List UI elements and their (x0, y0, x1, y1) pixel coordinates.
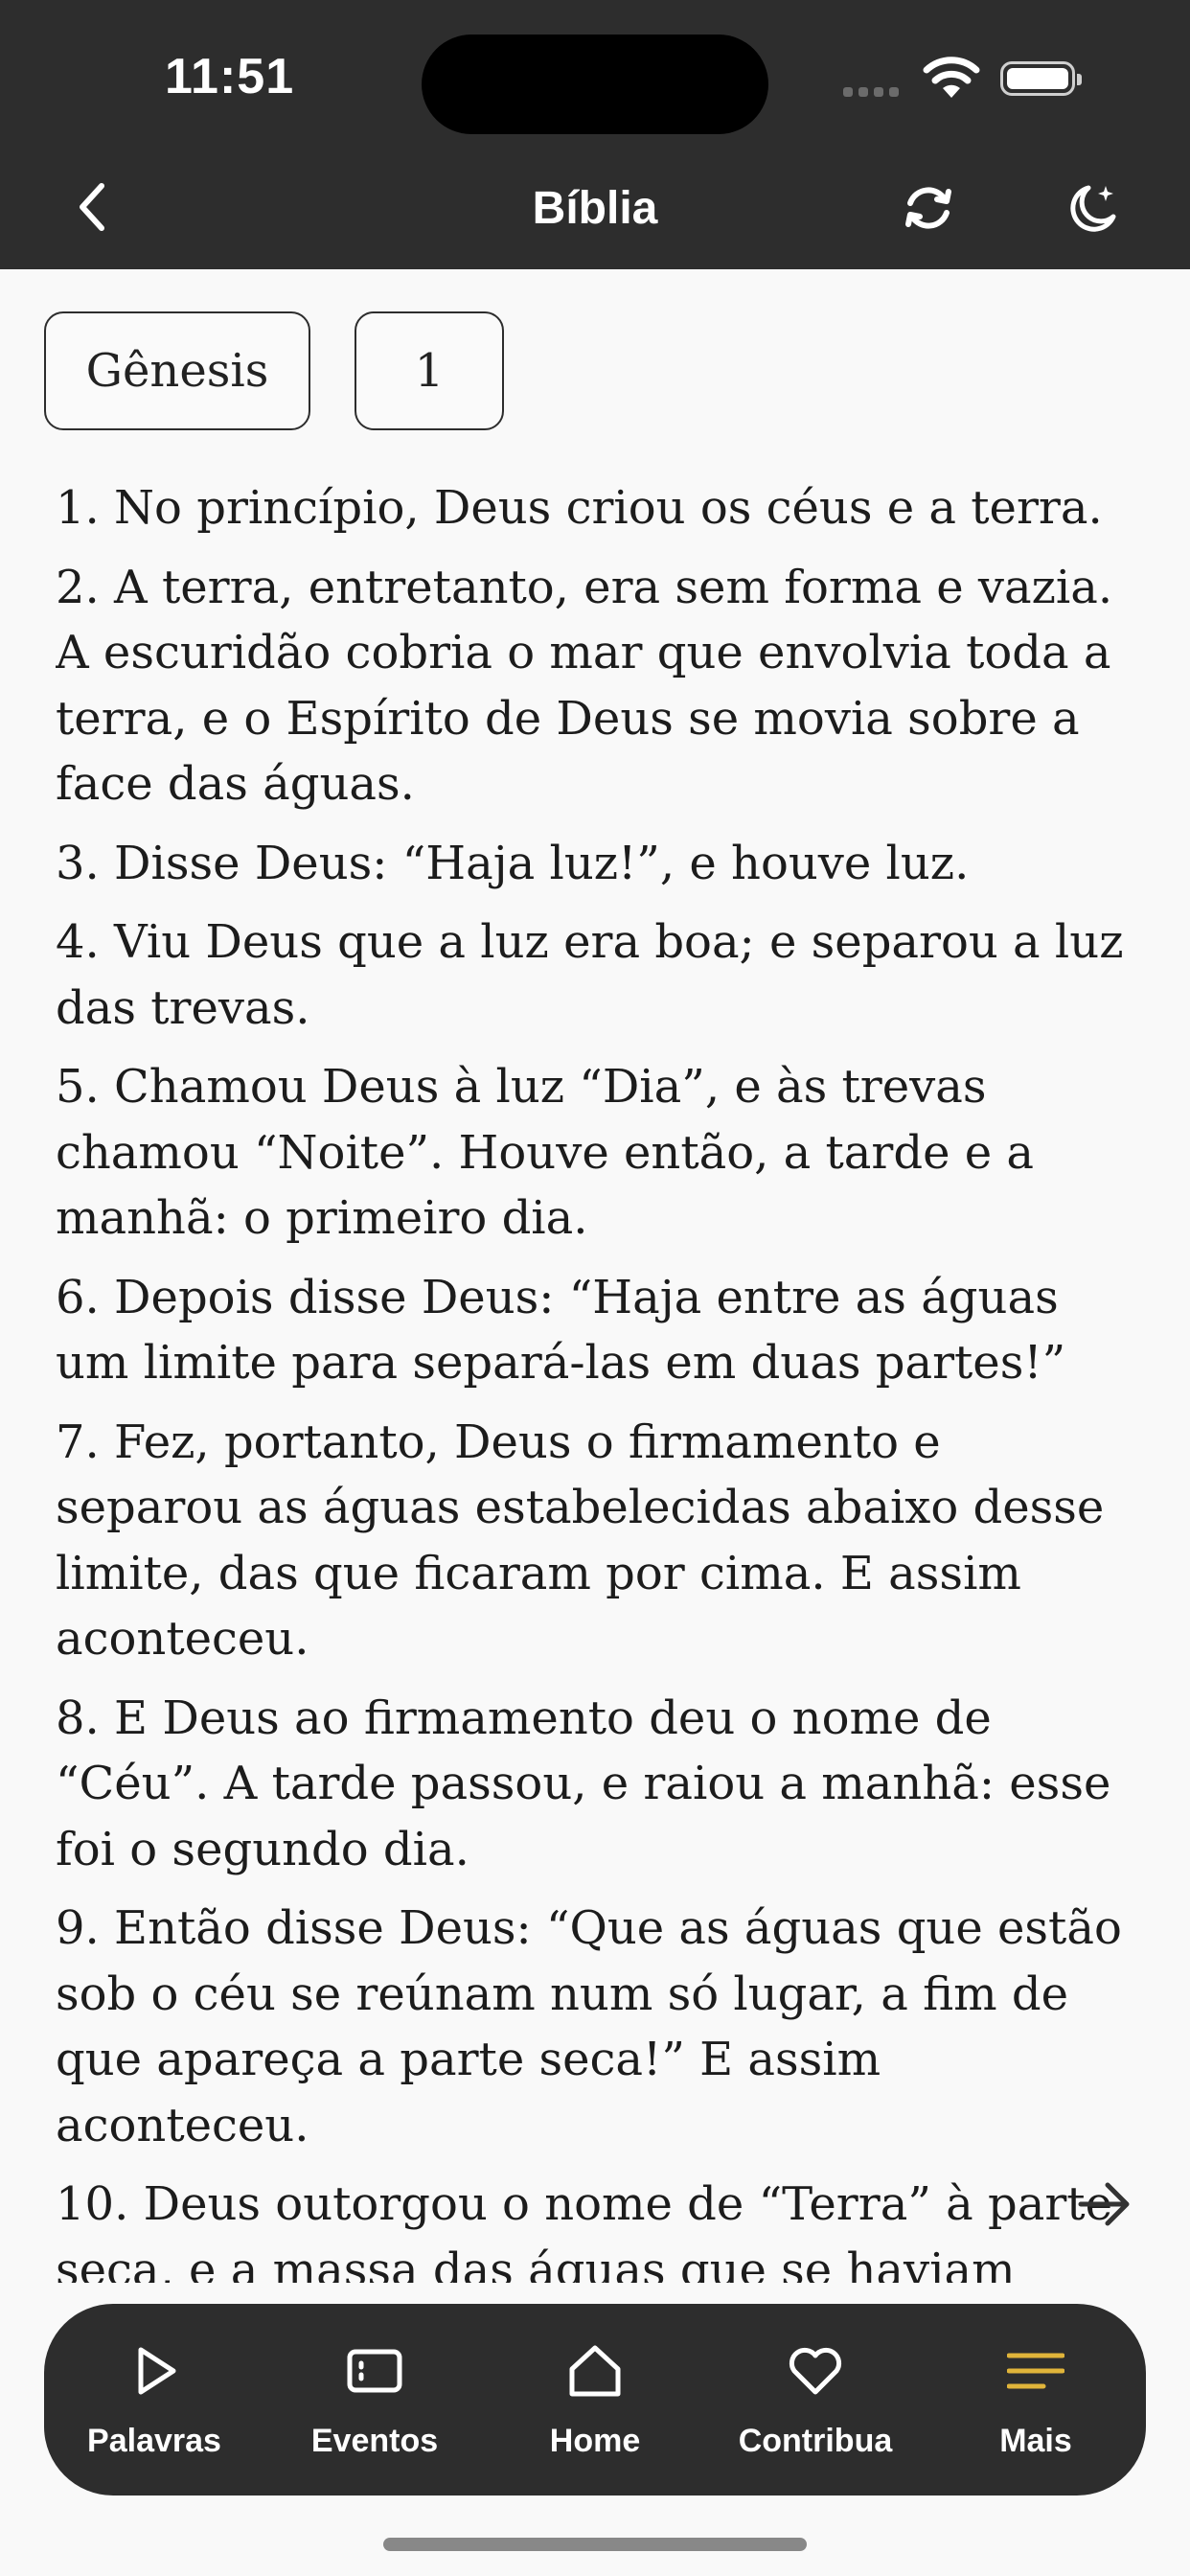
verse: 3. Disse Deus: “Haja luz!”, e houve luz. (56, 836, 970, 890)
status-time: 11:51 (165, 49, 295, 104)
header-bar: 11:51 Bíblia (0, 0, 1190, 269)
tab-label: Eventos (310, 2423, 439, 2459)
verse: 1. No princípio, Deus criou os céus e a … (56, 481, 1103, 535)
verse: 8. E Deus ao firmamento deu o nome de “C… (56, 1690, 1111, 1876)
chapter-selector[interactable]: 1 (355, 311, 504, 430)
play-icon (138, 2347, 176, 2395)
tab-label: Mais (999, 2423, 1072, 2459)
page-title: Bíblia (532, 183, 658, 234)
menu-icon (1007, 2353, 1064, 2389)
dark-mode-moon-icon[interactable] (1064, 178, 1123, 238)
verse: 2. A terra, entretanto, era sem forma e … (56, 560, 1113, 812)
tab-label: Palavras (87, 2423, 221, 2459)
home-icon (569, 2345, 621, 2397)
dynamic-island (422, 34, 768, 134)
verse: 10. Deus outorgou o nome de “Terra” à pa… (56, 2177, 1112, 2283)
tab-palavras[interactable]: Palavras (44, 2304, 264, 2496)
tab-home[interactable]: Home (485, 2304, 705, 2496)
verse: 5. Chamou Deus à luz “Dia”, e às trevas … (56, 1060, 1035, 1245)
next-chapter-arrow-icon[interactable] (1075, 2179, 1134, 2229)
refresh-icon[interactable] (899, 178, 958, 238)
tab-eventos[interactable]: Eventos (264, 2304, 485, 2496)
verse: 6. Depois disse Deus: “Haja entre as águ… (56, 1270, 1066, 1391)
tab-mais[interactable]: Mais (926, 2304, 1146, 2496)
wifi-icon (923, 57, 980, 98)
verse: 9. Então disse Deus: “Que as águas que e… (56, 1901, 1122, 2152)
bottom-tab-bar: Palavras Eventos Home Contribua Mais (44, 2304, 1146, 2496)
verse-list: 1. No princípio, Deus criou os céus e a … (56, 475, 1140, 2283)
tab-contribua[interactable]: Contribua (705, 2304, 926, 2496)
book-selector[interactable]: Gênesis (44, 311, 310, 430)
tab-label: Contribua (738, 2423, 893, 2459)
verse: 7. Fez, portanto, Deus o firmamento e se… (56, 1414, 1105, 1667)
card-icon (347, 2349, 402, 2393)
cellular-signal-icon (843, 84, 904, 102)
tab-label: Home (549, 2423, 641, 2459)
home-indicator (383, 2538, 807, 2551)
heart-icon (789, 2347, 842, 2395)
verse: 4. Viu Deus que a luz era boa; e separou… (56, 915, 1124, 1035)
battery-icon (1000, 61, 1082, 96)
